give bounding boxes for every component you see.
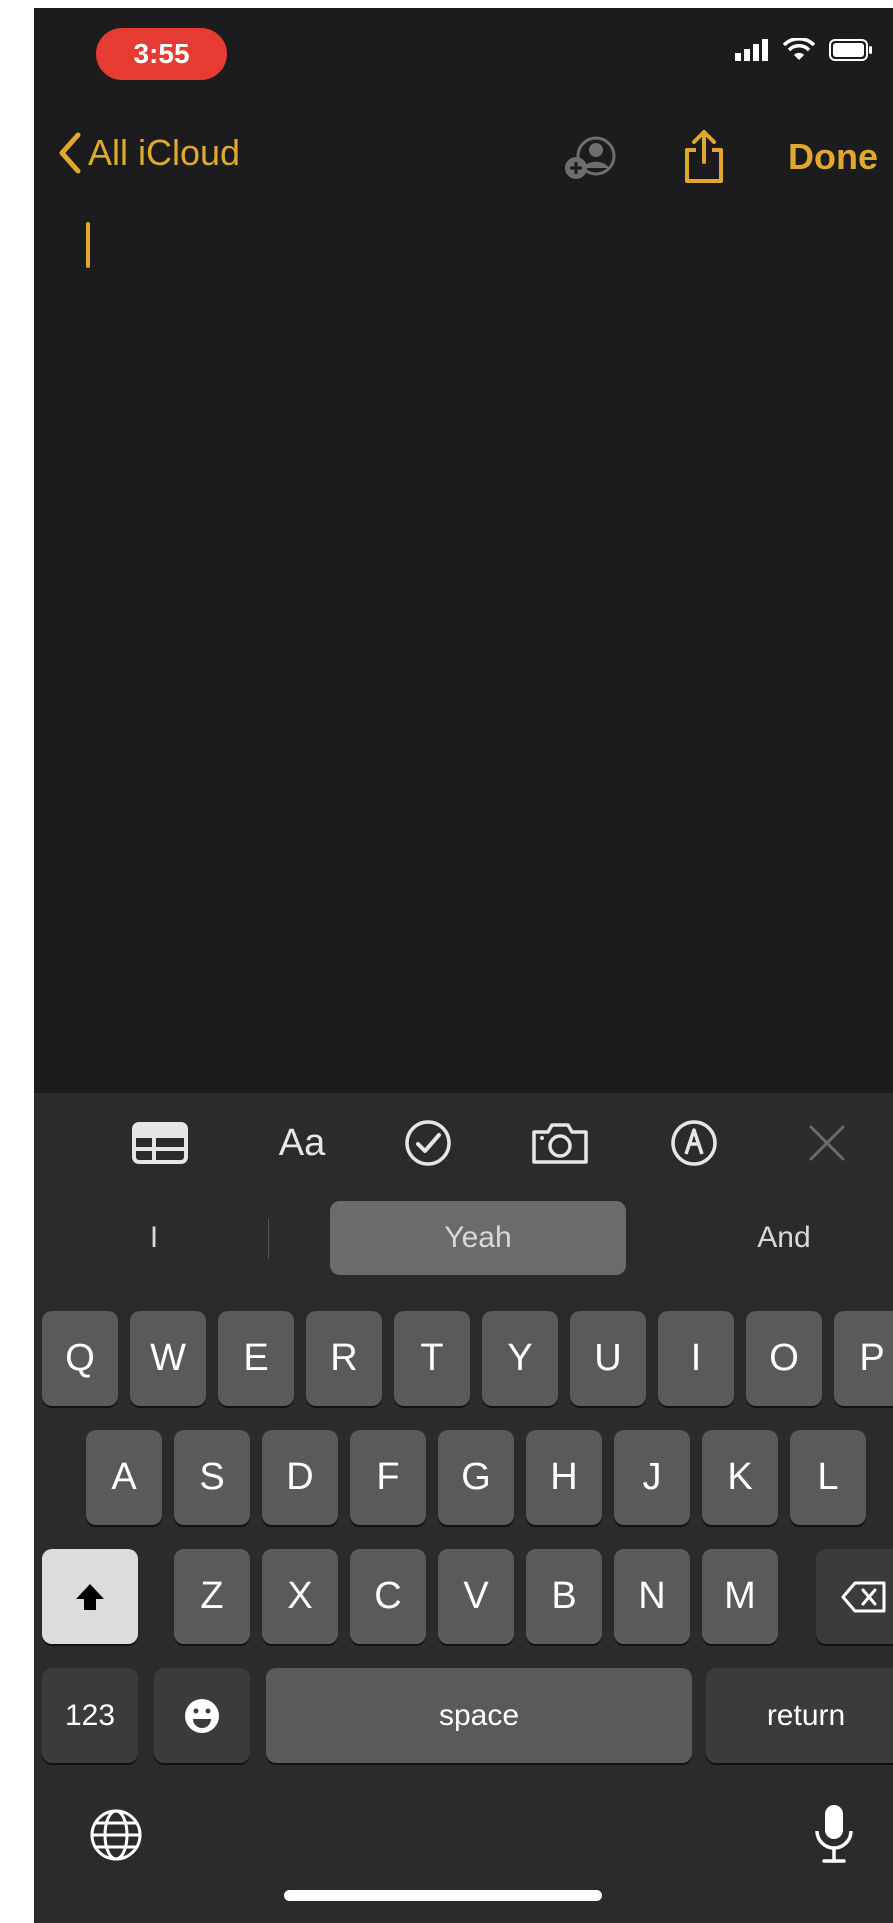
markup-icon [671,1120,717,1166]
suggestion-right[interactable]: And [714,1201,854,1275]
key-b[interactable]: B [526,1549,602,1644]
suggestion-divider [268,1219,269,1259]
emoji-key[interactable] [154,1668,250,1763]
key-w[interactable]: W [130,1311,206,1406]
key-i[interactable]: I [658,1311,734,1406]
home-indicator[interactable] [284,1890,602,1901]
table-icon [132,1122,188,1164]
share-icon[interactable] [682,128,726,184]
microphone-icon [815,1805,853,1863]
back-button-label: All iCloud [88,132,241,173]
globe-button[interactable] [84,1803,148,1867]
key-h[interactable]: H [526,1430,602,1525]
emoji-icon [185,1698,219,1733]
key-q[interactable]: Q [42,1311,118,1406]
note-text-area[interactable] [34,208,893,1088]
format-toolbar: Aa [34,1093,893,1188]
key-v[interactable]: V [438,1549,514,1644]
add-people-icon[interactable] [562,134,624,184]
format-text-button[interactable]: Aa [262,1115,342,1171]
camera-icon [532,1123,588,1164]
done-button[interactable]: Done [788,136,878,178]
notes-screen: 3:55 All iCloud Done Aa I Yeah And Q W E… [34,8,893,1923]
key-o[interactable]: O [746,1311,822,1406]
key-n[interactable]: N [614,1549,690,1644]
key-l[interactable]: L [790,1430,866,1525]
backspace-icon [841,1581,886,1612]
predictive-suggestions: I Yeah And [34,1201,893,1277]
dictation-button[interactable] [804,1799,864,1871]
suggestion-center[interactable]: Yeah [330,1201,626,1275]
camera-button[interactable] [528,1115,592,1171]
key-j[interactable]: J [614,1430,690,1525]
key-e[interactable]: E [218,1311,294,1406]
markup-button[interactable] [666,1115,722,1171]
key-g[interactable]: G [438,1430,514,1525]
back-button[interactable]: All iCloud [58,132,240,174]
checklist-button[interactable] [400,1115,456,1171]
format-text-icon: Aa [278,1121,326,1164]
checklist-icon [405,1120,451,1166]
chevron-left-icon [59,132,81,174]
wifi-icon [783,38,815,60]
key-c[interactable]: C [350,1549,426,1644]
suggestion-left[interactable]: I [94,1201,214,1275]
key-r[interactable]: R [306,1311,382,1406]
key-u[interactable]: U [570,1311,646,1406]
battery-icon [829,39,872,61]
space-bar[interactable]: space [266,1668,692,1763]
key-a[interactable]: A [86,1430,162,1525]
cellular-signal-icon [735,39,768,61]
keyboard: Aa I Yeah And Q W E R T Y U I O P A S D … [34,1093,893,1923]
close-icon [809,1125,845,1161]
key-f[interactable]: F [350,1430,426,1525]
key-x[interactable]: X [262,1549,338,1644]
table-button[interactable] [130,1115,190,1171]
numbers-key[interactable]: 123 [42,1668,138,1763]
key-s[interactable]: S [174,1430,250,1525]
delete-key[interactable] [816,1549,893,1644]
key-t[interactable]: T [394,1311,470,1406]
key-p[interactable]: P [834,1311,893,1406]
text-cursor [86,222,90,268]
key-y[interactable]: Y [482,1311,558,1406]
shift-arrow-icon [76,1583,104,1610]
key-z[interactable]: Z [174,1549,250,1644]
globe-icon [90,1809,142,1861]
status-icons [735,38,873,62]
return-key[interactable]: return [706,1668,893,1763]
key-m[interactable]: M [702,1549,778,1644]
key-k[interactable]: K [702,1430,778,1525]
key-d[interactable]: D [262,1430,338,1525]
close-toolbar-button[interactable] [802,1115,852,1171]
status-time: 3:55 [96,28,227,80]
shift-key[interactable] [42,1549,138,1644]
